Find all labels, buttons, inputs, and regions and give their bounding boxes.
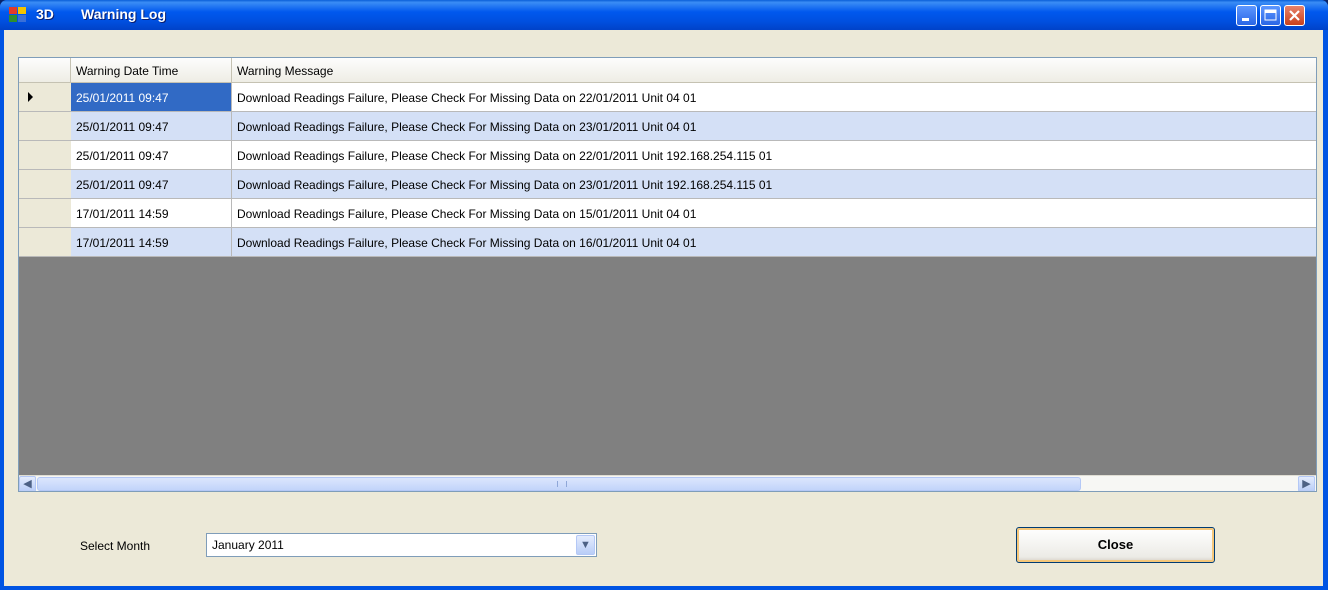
title-prefix: 3D <box>36 6 54 22</box>
table-row[interactable]: 25/01/2011 09:47 Download Readings Failu… <box>19 83 1316 112</box>
current-row-arrow-icon <box>28 92 33 102</box>
grid-header: Warning Date Time Warning Message <box>19 58 1316 83</box>
cell-message[interactable]: Download Readings Failure, Please Check … <box>232 199 1316 227</box>
scroll-grip-icon <box>557 481 567 487</box>
cell-datetime[interactable]: 25/01/2011 09:47 <box>71 112 232 140</box>
table-row[interactable]: 25/01/2011 09:47 Download Readings Failu… <box>19 170 1316 199</box>
scroll-right-button[interactable]: ▶ <box>1298 476 1315 491</box>
maximize-icon <box>1264 9 1277 21</box>
column-header-message[interactable]: Warning Message <box>232 58 1316 82</box>
row-header[interactable] <box>19 170 72 198</box>
row-header[interactable] <box>19 112 72 140</box>
maximize-button[interactable] <box>1260 5 1281 26</box>
horizontal-scrollbar[interactable]: ◀ ▶ <box>19 475 1316 491</box>
row-header-corner <box>19 58 71 82</box>
cell-message[interactable]: Download Readings Failure, Please Check … <box>232 228 1316 256</box>
month-dropdown-button[interactable]: ▼ <box>576 535 595 555</box>
warning-grid[interactable]: Warning Date Time Warning Message 25/01/… <box>18 57 1317 492</box>
row-header[interactable] <box>19 199 72 227</box>
app-icon <box>9 7 27 23</box>
select-month-label: Select Month <box>80 539 151 553</box>
minimize-icon <box>1242 18 1249 21</box>
cell-datetime[interactable]: 25/01/2011 09:47 <box>71 170 232 198</box>
warning-log-window: 3D Warning Log Warning Date Time Warning… <box>0 0 1328 590</box>
client-area: Warning Date Time Warning Message 25/01/… <box>4 30 1323 586</box>
minimize-button[interactable] <box>1236 5 1257 26</box>
cell-message[interactable]: Download Readings Failure, Please Check … <box>232 170 1316 198</box>
close-icon <box>1289 10 1300 21</box>
cell-message[interactable]: Download Readings Failure, Please Check … <box>232 83 1316 111</box>
close-button[interactable]: Close <box>1016 527 1215 563</box>
chevron-down-icon: ▼ <box>580 539 591 551</box>
cell-datetime[interactable]: 25/01/2011 09:47 <box>71 141 232 169</box>
chevron-left-icon: ◀ <box>23 478 32 490</box>
chevron-right-icon: ▶ <box>1302 478 1311 490</box>
scroll-thumb[interactable] <box>37 477 1081 491</box>
title-bar[interactable]: 3D Warning Log <box>0 0 1328 30</box>
month-select-value: January 2011 <box>212 538 284 552</box>
cell-message[interactable]: Download Readings Failure, Please Check … <box>232 141 1316 169</box>
month-select[interactable]: January 2011 ▼ <box>206 533 597 557</box>
cell-message[interactable]: Download Readings Failure, Please Check … <box>232 112 1316 140</box>
cell-datetime[interactable]: 25/01/2011 09:47 <box>71 83 232 111</box>
table-row[interactable]: 25/01/2011 09:47 Download Readings Failu… <box>19 112 1316 141</box>
close-window-button[interactable] <box>1284 5 1305 26</box>
row-header[interactable] <box>19 141 72 169</box>
column-header-datetime[interactable]: Warning Date Time <box>71 58 232 82</box>
scroll-left-button[interactable]: ◀ <box>19 476 36 491</box>
table-row[interactable]: 17/01/2011 14:59 Download Readings Failu… <box>19 228 1316 257</box>
table-row[interactable]: 25/01/2011 09:47 Download Readings Failu… <box>19 141 1316 170</box>
table-row[interactable]: 17/01/2011 14:59 Download Readings Failu… <box>19 199 1316 228</box>
row-header[interactable] <box>19 228 72 256</box>
cell-datetime[interactable]: 17/01/2011 14:59 <box>71 199 232 227</box>
window-title: Warning Log <box>81 6 167 22</box>
cell-datetime[interactable]: 17/01/2011 14:59 <box>71 228 232 256</box>
row-header[interactable] <box>19 83 72 111</box>
